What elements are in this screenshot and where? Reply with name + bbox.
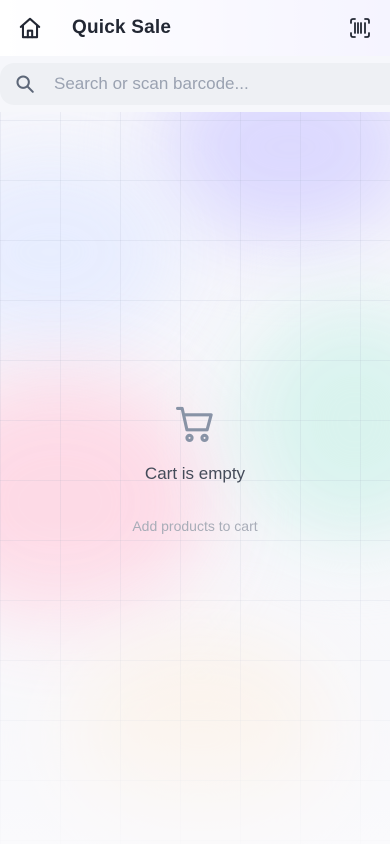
top-app-bar: Quick Sale	[0, 0, 390, 56]
cart-area: Cart is empty Add products to cart	[0, 112, 390, 844]
cart-icon	[176, 406, 213, 443]
home-icon	[19, 17, 41, 39]
home-button[interactable]	[16, 14, 44, 42]
empty-cart-state: Cart is empty Add products to cart	[0, 402, 390, 534]
scan-barcode-button[interactable]	[346, 14, 374, 42]
barcode-icon	[350, 18, 370, 38]
page-title: Quick Sale	[72, 17, 172, 38]
search-input[interactable]	[52, 73, 356, 95]
empty-cart-subtitle: Add products to cart	[132, 518, 258, 534]
search-icon	[14, 73, 36, 95]
search-bar[interactable]	[0, 63, 390, 105]
empty-cart-title: Cart is empty	[144, 464, 246, 483]
